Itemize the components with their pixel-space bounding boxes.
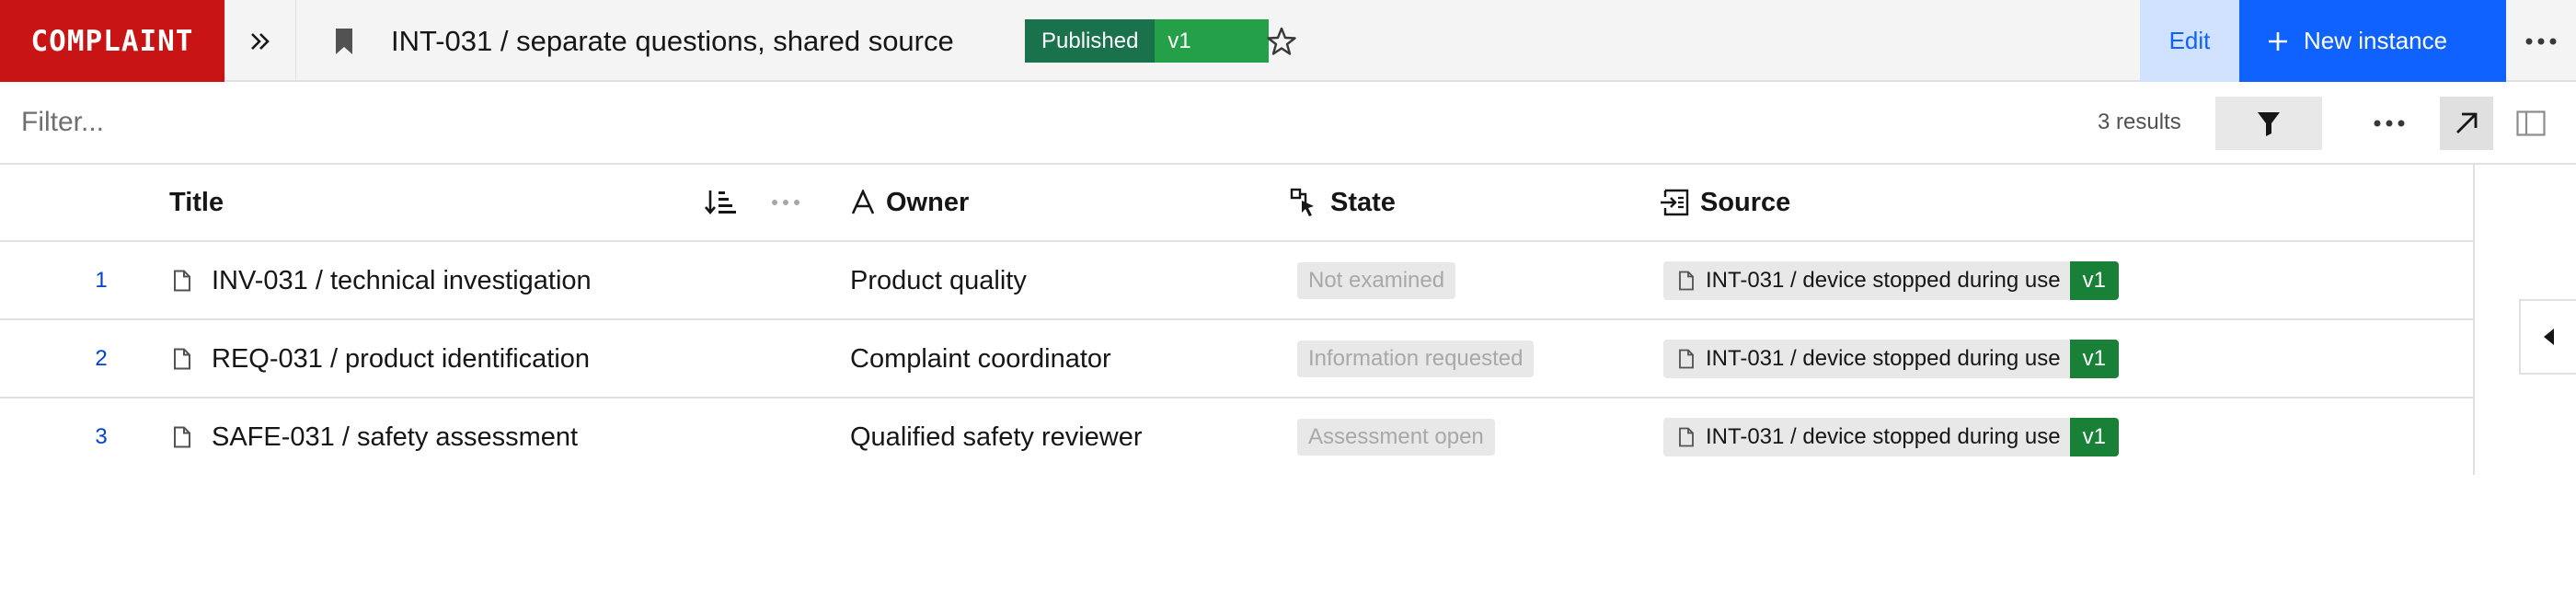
source-title: INT-031 / device stopped during use [1706, 346, 2061, 371]
row-number: 2 [95, 346, 108, 371]
source-version: v1 [2069, 261, 2119, 300]
row-owner: Qualified safety reviewer [850, 422, 1143, 452]
source-version: v1 [2069, 340, 2119, 378]
column-overflow-menu[interactable] [771, 165, 800, 240]
add-icon [2269, 31, 2287, 51]
row-title[interactable]: INV-031 / technical investigation [173, 242, 592, 319]
edit-button[interactable]: Edit [2140, 0, 2239, 82]
source-title: INT-031 / device stopped during use [1706, 268, 2061, 293]
filter-icon [2258, 112, 2280, 136]
column-source-label: Source [1700, 187, 1791, 217]
document-icon [174, 270, 190, 292]
row-owner: Product quality [850, 265, 1027, 295]
table-row[interactable]: 1 INV-031 / technical investigation Prod… [0, 242, 2473, 320]
row-state: Information requested [1297, 320, 1535, 398]
column-title-label: Title [169, 187, 224, 217]
table-divider [2473, 165, 2475, 475]
column-header-owner[interactable]: Owner [851, 165, 969, 240]
source-tag[interactable]: INT-031 / device stopped during use v1 [1663, 418, 2119, 456]
app-brand[interactable]: COMPLAINT [0, 0, 224, 82]
source-tag[interactable]: INT-031 / device stopped during use v1 [1663, 340, 2119, 378]
column-state-label: State [1330, 187, 1396, 217]
table-row[interactable]: 3 SAFE-031 / safety assessment Qualified… [0, 398, 2473, 477]
row-source[interactable]: INT-031 / device stopped during use v1 [1663, 398, 2119, 476]
top-header: COMPLAINT INT-031 / separate questions, … [0, 0, 2576, 82]
row-state: Not examined [1297, 242, 1456, 319]
filter-input[interactable] [0, 82, 2024, 163]
state-badge: Not examined [1297, 262, 1456, 299]
table-header: Title Owner State Source [0, 165, 2473, 242]
row-source[interactable]: INT-031 / device stopped during use v1 [1663, 242, 2119, 319]
row-title-text: SAFE-031 / safety assessment [212, 422, 579, 452]
chevron-double-right-icon [251, 32, 270, 50]
document-icon [1663, 349, 1706, 369]
row-number: 1 [95, 268, 108, 293]
workflow-state-icon [1290, 188, 1314, 216]
side-panel-button[interactable] [2504, 97, 2558, 150]
filter-button[interactable] [2215, 97, 2322, 150]
text-field-icon [851, 190, 875, 214]
side-panel-toggle[interactable] [2519, 299, 2576, 375]
document-icon [174, 348, 190, 370]
filterbar-overflow-menu[interactable] [2363, 97, 2416, 150]
source-tag[interactable]: INT-031 / device stopped during use v1 [1663, 261, 2119, 300]
arrow-up-right-icon [2456, 112, 2478, 133]
row-title[interactable]: REQ-031 / product identification [173, 320, 590, 398]
results-count: 3 results [2098, 110, 2181, 134]
instances-table: Title Owner State Source 1 INV-031 / tec… [0, 165, 2473, 477]
version-label: v1 [1155, 19, 1269, 63]
row-source[interactable]: INT-031 / device stopped during use v1 [1663, 320, 2119, 398]
filter-bar: 3 results [0, 82, 2576, 165]
caret-left-icon [2544, 329, 2554, 345]
status-badge: Published v1 [1025, 19, 1269, 63]
column-header-source[interactable]: Source [1660, 165, 1790, 240]
side-panel-icon [2516, 110, 2546, 136]
source-link-icon [1661, 189, 1689, 216]
source-version: v1 [2069, 418, 2119, 456]
row-number: 3 [95, 424, 108, 449]
document-icon [174, 426, 190, 448]
document-icon [1663, 427, 1706, 447]
bookmark-icon [336, 28, 352, 54]
row-title-text: REQ-031 / product identification [212, 343, 591, 374]
open-in-new-button[interactable] [2440, 97, 2493, 150]
overflow-menu-icon [2525, 38, 2557, 44]
column-header-title[interactable]: Title [169, 165, 224, 240]
header-overflow-menu[interactable] [2506, 0, 2576, 82]
column-header-state[interactable]: State [1290, 165, 1396, 240]
expand-button[interactable] [224, 0, 296, 82]
state-badge: Information requested [1297, 341, 1535, 377]
row-title[interactable]: SAFE-031 / safety assessment [173, 398, 578, 476]
source-title: INT-031 / device stopped during use [1706, 424, 2061, 449]
sort-descending-icon [705, 191, 736, 215]
overflow-menu-icon [2374, 120, 2405, 127]
overflow-menu-icon [772, 200, 799, 205]
new-instance-button[interactable]: New instance [2239, 0, 2506, 82]
new-instance-label: New instance [2304, 27, 2448, 54]
status-label: Published [1025, 19, 1156, 63]
table-row[interactable]: 2 REQ-031 / product identification Compl… [0, 320, 2473, 398]
state-badge: Assessment open [1297, 419, 1495, 456]
row-title-text: INV-031 / technical investigation [212, 265, 592, 295]
page-title: INT-031 / separate questions, shared sou… [391, 25, 954, 57]
bookmark-button[interactable] [322, 0, 366, 82]
row-state: Assessment open [1297, 398, 1495, 476]
column-owner-label: Owner [886, 187, 970, 217]
document-icon [1663, 271, 1706, 291]
star-icon [1267, 27, 1296, 55]
row-owner: Complaint coordinator [850, 343, 1111, 374]
sort-button[interactable] [705, 165, 736, 240]
favorite-button[interactable] [1259, 0, 1305, 82]
